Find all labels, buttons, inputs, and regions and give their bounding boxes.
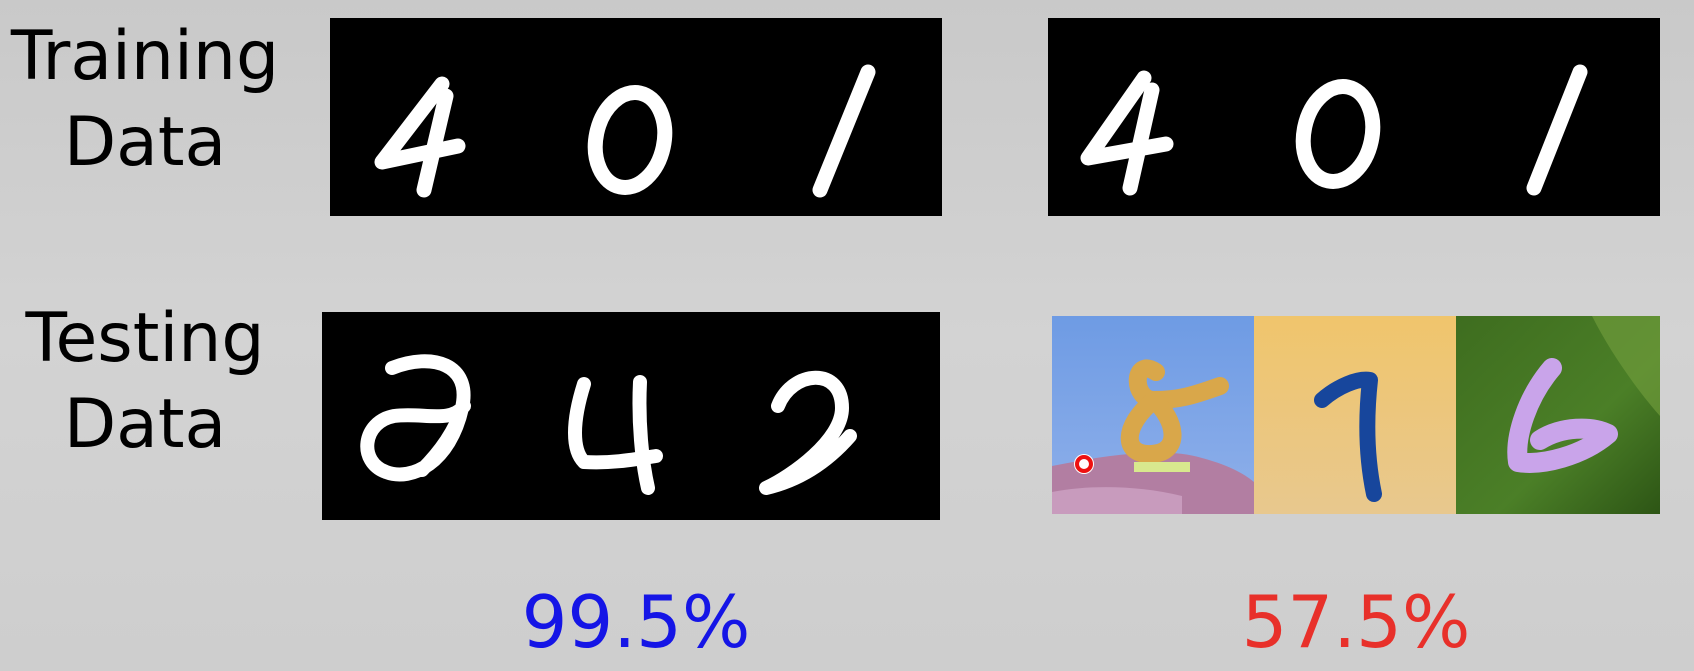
- mnist-m-accuracy: 57.5%: [1241, 580, 1471, 664]
- mnist-m-tile-6: [1456, 316, 1660, 514]
- right-testing-digits-panel: [1052, 316, 1660, 514]
- testing-data-label: Testing Data: [0, 296, 290, 468]
- left-training-digits-panel: [330, 18, 942, 216]
- testing-label-line1: Testing: [25, 299, 265, 378]
- testing-label-line2: Data: [63, 385, 227, 464]
- training-label-line1: Training: [10, 17, 280, 96]
- mnist-accuracy: 99.5%: [521, 580, 751, 664]
- training-label-line2: Data: [63, 103, 227, 182]
- right-training-digits-panel: [1048, 18, 1660, 216]
- mnist-m-tile-1: [1254, 316, 1456, 514]
- mnist-m-tile-8: [1052, 316, 1254, 514]
- training-data-label: Training Data: [0, 14, 290, 186]
- left-testing-digits-panel: [322, 312, 940, 520]
